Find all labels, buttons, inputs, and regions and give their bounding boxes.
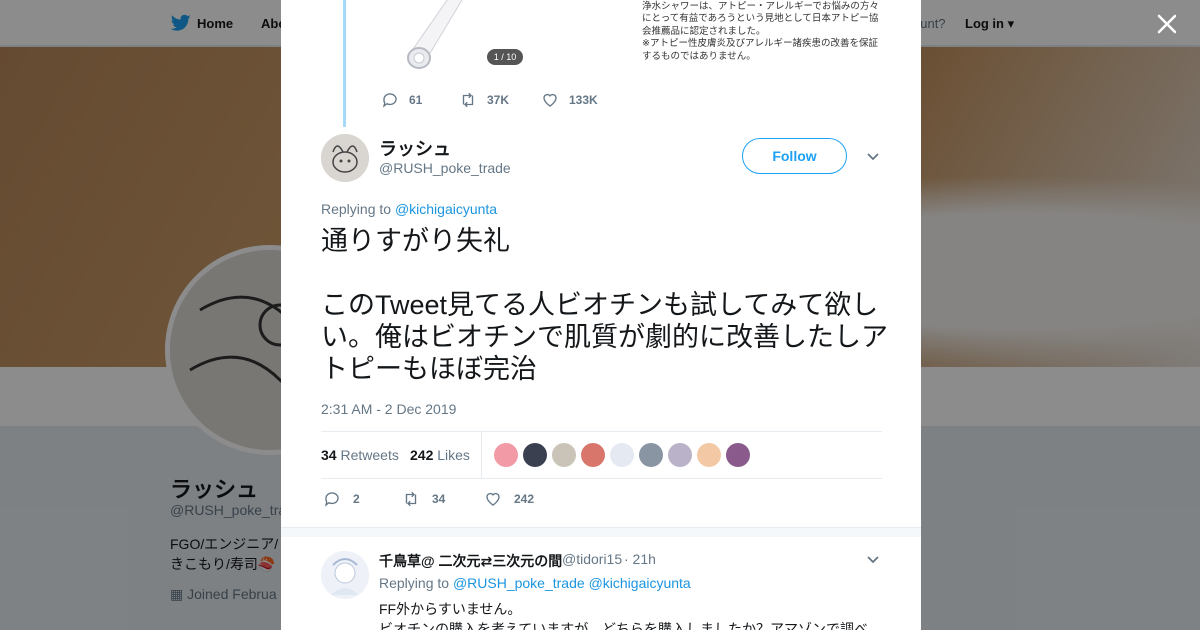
replies-divider — [281, 527, 921, 537]
like-count: 242 — [514, 492, 535, 506]
retweets-stat[interactable]: 34 Retweets — [321, 447, 399, 463]
retweets-count: 34 — [321, 447, 337, 463]
reply-icon — [382, 93, 397, 108]
reply-button[interactable]: 2 — [321, 490, 400, 508]
reply-avatar[interactable] — [321, 551, 369, 599]
reply-icon — [324, 492, 339, 507]
reply-replying-link-2[interactable]: @kichigaicyunta — [589, 575, 691, 591]
conversation-thread-line — [343, 0, 346, 127]
chevron-down-icon[interactable] — [865, 150, 881, 164]
follow-button[interactable]: Follow — [742, 138, 847, 174]
quoted-like-count: 133K — [569, 93, 598, 107]
likes-count: 242 — [410, 447, 434, 463]
reply-count: 2 — [353, 492, 360, 506]
author-handle[interactable]: @RUSH_poke_trade — [379, 160, 511, 176]
image-pager: 1 / 10 — [487, 49, 523, 65]
quoted-retweet-button[interactable]: 37K — [459, 91, 541, 109]
likes-stat[interactable]: 242 Likes — [410, 447, 470, 463]
author-avatar-drawing — [321, 134, 369, 182]
chevron-down-icon[interactable] — [865, 553, 881, 567]
tweet-modal: 1 / 10 ●日本アトピー協会推薦品 浄水シャワーは、アトピー・アレルギーでお… — [281, 0, 921, 630]
product-description-text: ●日本アトピー協会推薦品 浄水シャワーは、アトピー・アレルギーでお悩みの方々にと… — [642, 0, 879, 62]
reply-replying-link-1[interactable]: @RUSH_poke_trade — [453, 575, 585, 591]
reply-author-name[interactable]: 千鳥草@ 二次元⇄三次元の間 — [379, 551, 562, 571]
reply-replying-label: Replying to — [379, 575, 450, 591]
liker-avatar[interactable] — [610, 443, 634, 467]
liker-avatar[interactable] — [494, 443, 518, 467]
tweet-timestamp[interactable]: 2:31 AM - 2 Dec 2019 — [321, 401, 456, 417]
quoted-like-button[interactable]: 133K — [541, 91, 598, 109]
reply-author-handle[interactable]: @tidori15 — [562, 551, 622, 567]
stats-divider — [481, 432, 482, 479]
author-avatar[interactable] — [321, 134, 369, 182]
heart-icon — [486, 492, 500, 506]
liker-avatar[interactable] — [523, 443, 547, 467]
replying-label: Replying to — [321, 201, 392, 217]
heart-icon — [543, 93, 557, 107]
like-button[interactable]: 242 — [482, 490, 534, 508]
reply-text: FF外からすいません。 ビオチンの購入を考えていますが、どちらを購入しましたか？… — [379, 601, 869, 630]
likes-label: Likes — [437, 447, 470, 463]
liker-avatars — [494, 443, 750, 467]
retweet-icon — [462, 92, 474, 108]
replying-to-link[interactable]: @kichigaicyunta — [395, 201, 497, 217]
author-name[interactable]: ラッシュ — [379, 135, 451, 161]
reply-replying-to: Replying to @RUSH_poke_trade @kichigaicy… — [379, 575, 691, 591]
shower-head-image — [407, 0, 463, 69]
replying-to: Replying to @kichigaicyunta — [321, 201, 497, 217]
close-icon[interactable] — [1155, 12, 1179, 36]
quoted-retweet-count: 37K — [487, 93, 510, 107]
tweet-text: 通りすがり失礼 このTweet見てる人ビオチンも試してみて欲しい。俺はビオチンで… — [321, 226, 888, 384]
retweets-label: Retweets — [340, 447, 399, 463]
liker-avatar[interactable] — [639, 443, 663, 467]
liker-avatar[interactable] — [552, 443, 576, 467]
tweet-actions: 2 34 242 — [321, 490, 534, 508]
tweet-stats: 34 Retweets 242 Likes — [321, 431, 882, 479]
quoted-reply-button[interactable]: 61 — [381, 91, 459, 109]
reply-avatar-drawing — [321, 551, 369, 599]
retweet-button[interactable]: 34 — [400, 490, 482, 508]
reply-time[interactable]: · 21h — [624, 551, 656, 567]
retweet-icon — [405, 491, 417, 507]
liker-avatar[interactable] — [726, 443, 750, 467]
quoted-tweet-actions: 61 37K 133K — [381, 91, 598, 109]
liker-avatar[interactable] — [581, 443, 605, 467]
liker-avatar[interactable] — [668, 443, 692, 467]
quoted-reply-count: 61 — [409, 93, 423, 107]
retweet-count: 34 — [432, 492, 446, 506]
quoted-tweet-image[interactable]: 1 / 10 ●日本アトピー協会推薦品 浄水シャワーは、アトピー・アレルギーでお… — [366, 0, 886, 75]
liker-avatar[interactable] — [697, 443, 721, 467]
